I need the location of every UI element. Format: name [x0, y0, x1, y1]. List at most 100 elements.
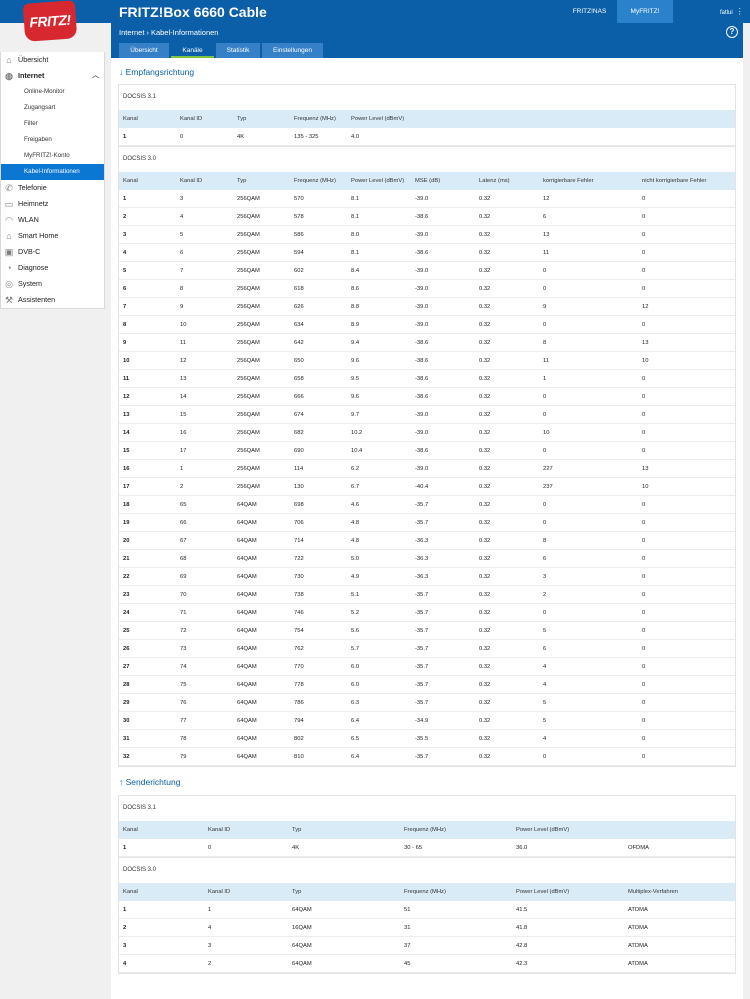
table-row: 14 16 256QAM 682 10.2 -39.0 0.32 10 0 — [119, 424, 735, 442]
sidebar-subitem-kabel-informationen[interactable]: Kabel-Informationen — [1, 164, 104, 180]
table-cell: 10 — [180, 322, 187, 328]
table-row: 17 2 256QAM 130 6.7 -40.4 0.32 237 10 — [119, 478, 735, 496]
sidebar-item-dvb-c[interactable]: ▣ DVB-C — [1, 244, 104, 260]
table-cell: 256QAM — [237, 304, 260, 310]
column-header: Power Level (dBmV) — [516, 827, 570, 833]
sidebar-subitem-zugangsart[interactable]: Zugangsart — [1, 100, 104, 116]
table-cell: 13 — [123, 412, 130, 418]
sidebar-subitem-myfritz-konto[interactable]: MyFRITZ!-Konto — [1, 148, 104, 164]
table-cell: 0 — [642, 754, 646, 760]
table-cell: -38.6 — [415, 376, 429, 382]
table-cell: 256QAM — [237, 214, 260, 220]
table-header: Kanal Kanal ID Typ Frequenz (MHz) Power Leve… — [119, 172, 735, 190]
sidebar-subitem-freigaben[interactable]: Freigaben — [1, 132, 104, 148]
table-cell: 618 — [294, 286, 304, 292]
table-cell: 68 — [180, 556, 187, 562]
table-cell: 64QAM — [237, 592, 257, 598]
table-cell: 0.32 — [479, 268, 491, 274]
table-cell: 8.1 — [351, 250, 360, 256]
table-cell: 0.32 — [479, 682, 491, 688]
table-cell: 13 — [642, 340, 649, 346]
table-cell: 4K — [237, 134, 245, 140]
table-cell: 256QAM — [237, 196, 260, 202]
table-cell: -35.7 — [415, 628, 429, 634]
table-cell: 8.8 — [351, 304, 360, 310]
fritz-nas-link[interactable]: FRITZ!NAS — [562, 0, 617, 23]
table-cell: 6 — [543, 556, 547, 562]
table-cell: 6.2 — [351, 466, 360, 472]
sidebar-item-system[interactable]: ◎ System — [1, 276, 104, 292]
table-cell: 10.4 — [351, 448, 363, 454]
table-cell: 9.7 — [351, 412, 360, 418]
sidebar-item-internet[interactable]: ◍ Internet ︿ — [1, 68, 104, 84]
table-cell: 64QAM — [292, 907, 312, 913]
column-header: Kanal — [123, 178, 138, 184]
table-cell: 8.1 — [351, 214, 360, 220]
table-cell: 15 — [180, 412, 187, 418]
table-cell: 0 — [642, 268, 646, 274]
table-cell: 0 — [543, 754, 547, 760]
tab-overview[interactable]: Übersicht — [119, 43, 169, 58]
table-row: 25 72 64QAM 754 5.6 -35.7 0.32 5 0 — [119, 622, 735, 640]
table-row: 2 4 256QAM 578 8.1 -38.6 0.32 6 0 — [119, 208, 735, 226]
sidebar-item-wlan[interactable]: ◠ WLAN — [1, 212, 104, 228]
sidebar-item-smart-home[interactable]: ⌂ Smart Home — [1, 228, 104, 244]
table-cell: 9.6 — [351, 358, 360, 364]
table-cell: 6 — [123, 286, 127, 292]
table-cell: 0 — [208, 845, 212, 851]
sidebar-item-diagnose[interactable]: ◔ Diagnose — [1, 260, 104, 276]
table-cell: -39.0 — [415, 322, 429, 328]
table-cell: 12 — [180, 358, 187, 364]
home-icon: ⌂ — [6, 55, 12, 65]
table-cell: 0 — [543, 286, 547, 292]
help-icon[interactable]: ? — [726, 26, 738, 38]
tab-channels[interactable]: Kanäle — [171, 43, 214, 58]
table-cell: 0 — [642, 700, 646, 706]
table-cell: 13 — [543, 232, 550, 238]
table-cell: 6.0 — [351, 664, 360, 670]
chevron-right-icon: › — [146, 28, 149, 37]
table-cell: 650 — [294, 358, 304, 364]
table-row: 11 13 256QAM 658 9.5 -38.6 0.32 1 0 — [119, 370, 735, 388]
breadcrumb-section[interactable]: Internet — [119, 28, 144, 37]
table-cell: 237 — [543, 484, 553, 490]
table-cell: 0 — [642, 196, 646, 202]
user-menu[interactable]: fatlui ⋮ — [720, 0, 744, 23]
more-vertical-icon[interactable]: ⋮ — [736, 7, 744, 16]
table-cell: 0 — [543, 268, 547, 274]
tab-statistics[interactable]: Statistik — [216, 43, 260, 58]
column-header: Frequenz (MHz) — [294, 116, 336, 122]
sidebar-subitem-online-monitor[interactable]: Online-Monitor — [1, 84, 104, 100]
sidebar-item-overview[interactable]: ⌂ Übersicht — [1, 52, 104, 68]
tab-settings[interactable]: Einstellungen — [262, 43, 323, 58]
table-cell: ATDMA — [628, 961, 648, 967]
sidebar-subitem-filter[interactable]: Filter — [1, 116, 104, 132]
table-cell: 666 — [294, 394, 304, 400]
column-header: Kanal — [123, 116, 138, 122]
table-cell: 10.2 — [351, 430, 363, 436]
table-row: 6 8 256QAM 618 8.6 -39.0 0.32 0 0 — [119, 280, 735, 298]
fritz-logo[interactable]: FRITZ! — [22, 0, 78, 42]
table-cell: 9 — [543, 304, 547, 310]
column-header: Power Level (dBmV) — [351, 116, 405, 122]
table-cell: 25 — [123, 628, 130, 634]
sidebar-item-telefonie[interactable]: ✆ Telefonie — [1, 180, 104, 196]
myfritz-link[interactable]: MyFRITZ! — [617, 0, 673, 23]
table-cell: 42.3 — [516, 961, 528, 967]
table-cell: 64QAM — [292, 961, 312, 967]
table-row: 29 76 64QAM 786 6.3 -35.7 0.32 5 0 — [119, 694, 735, 712]
chevron-up-icon[interactable]: ︿ — [92, 68, 99, 84]
table-cell: -38.6 — [415, 214, 429, 220]
table-cell: 794 — [294, 718, 304, 724]
table-cell: 6 — [543, 646, 547, 652]
table-cell: -39.0 — [415, 430, 429, 436]
table-cell: 0.32 — [479, 628, 491, 634]
sidebar-item-assistenten[interactable]: ⚒ Assistenten — [1, 292, 104, 308]
table-cell: 64QAM — [237, 664, 257, 670]
table-row: 13 15 256QAM 674 9.7 -39.0 0.32 0 0 — [119, 406, 735, 424]
table-cell: 114 — [294, 466, 304, 472]
table-row: 30 77 64QAM 794 6.4 -34.9 0.32 5 0 — [119, 712, 735, 730]
sidebar-item-heimnetz[interactable]: ▭ Heimnetz — [1, 196, 104, 212]
table-title: DOCSIS 3.0 — [123, 867, 157, 873]
table-cell: 8 — [180, 286, 184, 292]
